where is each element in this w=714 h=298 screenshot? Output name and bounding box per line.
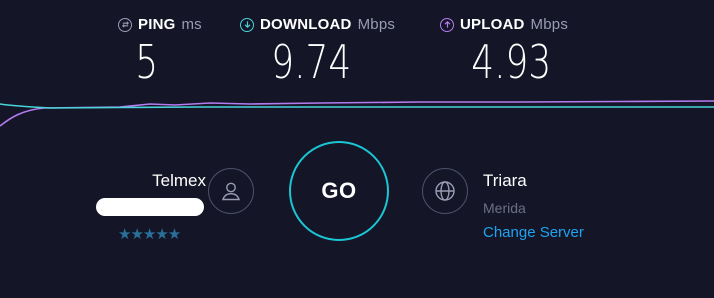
- server-name: Triara: [483, 171, 527, 190]
- isp-rating-stars[interactable]: ★★★★★: [118, 225, 181, 243]
- globe-icon: [435, 181, 455, 201]
- download-header: DOWNLOAD Mbps: [240, 16, 395, 33]
- ping-metric: PING ms 5: [118, 16, 202, 85]
- download-metric: DOWNLOAD Mbps 9.74: [240, 16, 395, 85]
- isp-name: Telmex: [152, 171, 206, 190]
- download-value: 9.74: [271, 35, 352, 89]
- upload-arrow-icon: [440, 17, 454, 32]
- ping-value: 5: [135, 35, 159, 89]
- download-arrow-icon: [240, 17, 254, 32]
- upload-value: 4.93: [471, 35, 552, 89]
- account-button[interactable]: [208, 168, 254, 214]
- go-button-label: GO: [321, 178, 357, 203]
- ping-header: PING ms: [118, 16, 202, 33]
- download-graph-line: [0, 103, 714, 109]
- ping-label: PING: [138, 16, 176, 33]
- redacted-ip: [96, 198, 204, 216]
- upload-metric: UPLOAD Mbps 4.93: [440, 16, 568, 85]
- upload-label: UPLOAD: [460, 16, 525, 33]
- download-label: DOWNLOAD: [260, 16, 352, 33]
- server-location: Merida: [483, 200, 526, 216]
- person-icon: [222, 182, 240, 201]
- server-info: Triara Merida Change Server: [483, 171, 584, 241]
- change-server-link[interactable]: Change Server: [483, 224, 584, 241]
- download-unit: Mbps: [357, 16, 396, 33]
- upload-header: UPLOAD Mbps: [440, 16, 568, 33]
- ping-icon: [118, 17, 132, 32]
- server-button[interactable]: [422, 168, 468, 214]
- upload-graph-line: [0, 100, 714, 127]
- upload-unit: Mbps: [530, 16, 569, 33]
- isp-info: Telmex: [96, 171, 206, 216]
- go-button[interactable]: GO: [289, 141, 389, 241]
- speed-graph: [0, 100, 714, 127]
- ping-unit: ms: [181, 16, 202, 33]
